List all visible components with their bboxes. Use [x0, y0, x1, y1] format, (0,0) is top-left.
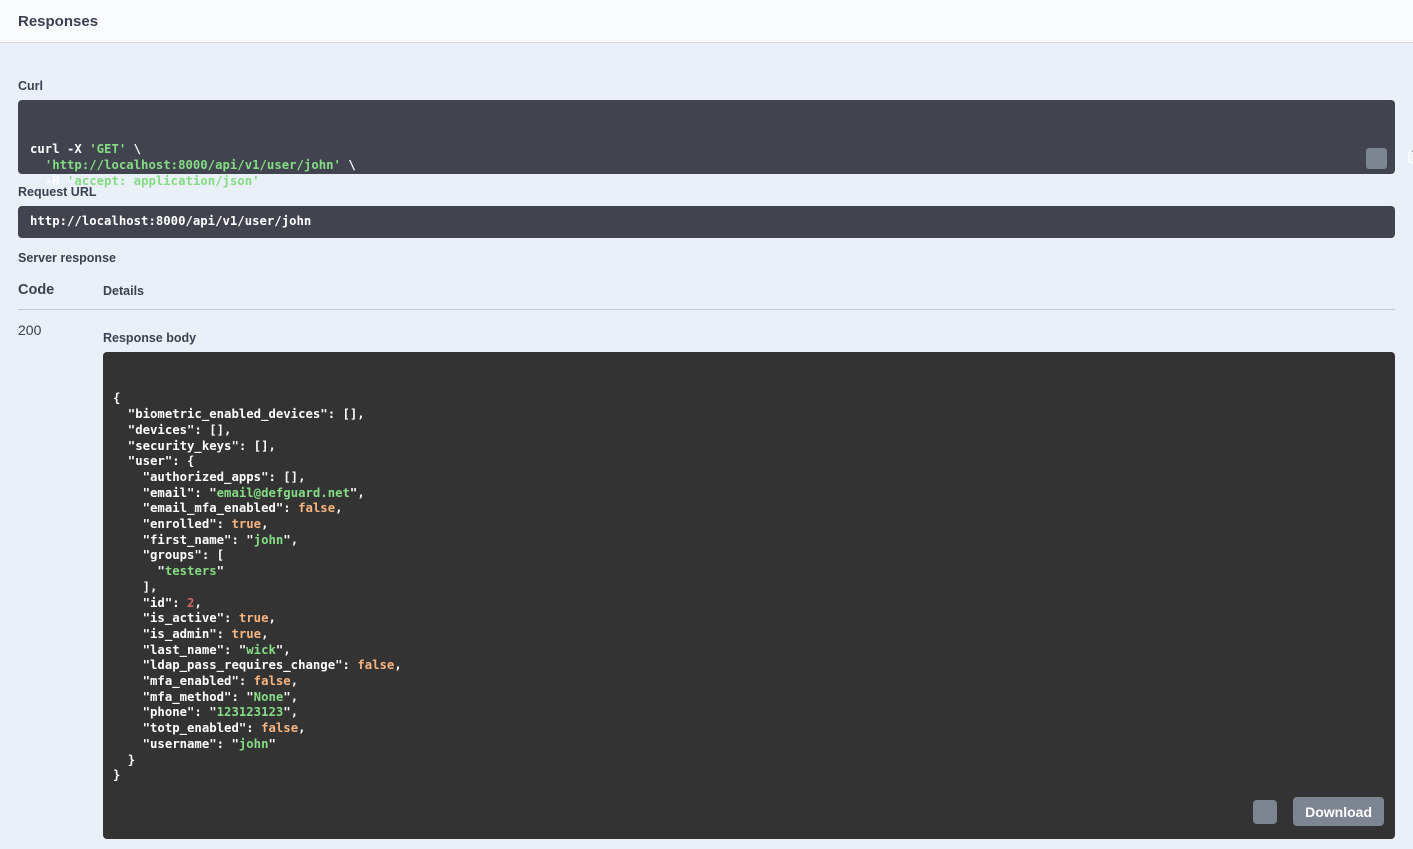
response-body-actions: Download — [1253, 797, 1384, 827]
clipboard-icon — [1332, 133, 1413, 184]
server-response-label: Server response — [18, 251, 116, 265]
responses-title: Responses — [18, 12, 99, 30]
swagger-responses-panel: Responses Curl curl -X 'GET' \ 'http://l… — [0, 0, 1413, 849]
details-column-header: Details — [103, 284, 144, 298]
response-body-block: { "biometric_enabled_devices": [], "devi… — [103, 352, 1395, 840]
curl-label: Curl — [18, 79, 43, 93]
copy-curl-button[interactable] — [1366, 148, 1413, 169]
code-column-header: Code — [18, 282, 55, 298]
response-body-json: { "biometric_enabled_devices": [], "devi… — [113, 391, 402, 783]
server-response-table: Code Details 200 Response body { "biomet… — [18, 265, 1395, 849]
response-table-header-row: Code Details — [18, 265, 1395, 310]
curl-command-block: curl -X 'GET' \ 'http://localhost:8000/a… — [18, 100, 1413, 188]
status-code-200: 200 — [18, 322, 42, 338]
copy-response-button[interactable] — [1253, 799, 1340, 824]
response-body-label: Response body — [103, 331, 197, 345]
download-button[interactable]: Download — [1293, 797, 1384, 827]
response-row-200: 200 Response body { "biometric_enabled_d… — [18, 310, 1395, 849]
response-details-cell: Response body { "biometric_enabled_devic… — [103, 310, 1395, 849]
opblock-body: Curl curl -X 'GET' \ 'http://localhost:8… — [0, 43, 1413, 849]
response-headers-label: Response headers — [103, 839, 1395, 849]
curl-command-text: curl -X 'GET' \ 'http://localhost:8000/a… — [30, 142, 356, 188]
responses-section-header: Responses — [0, 0, 1413, 43]
